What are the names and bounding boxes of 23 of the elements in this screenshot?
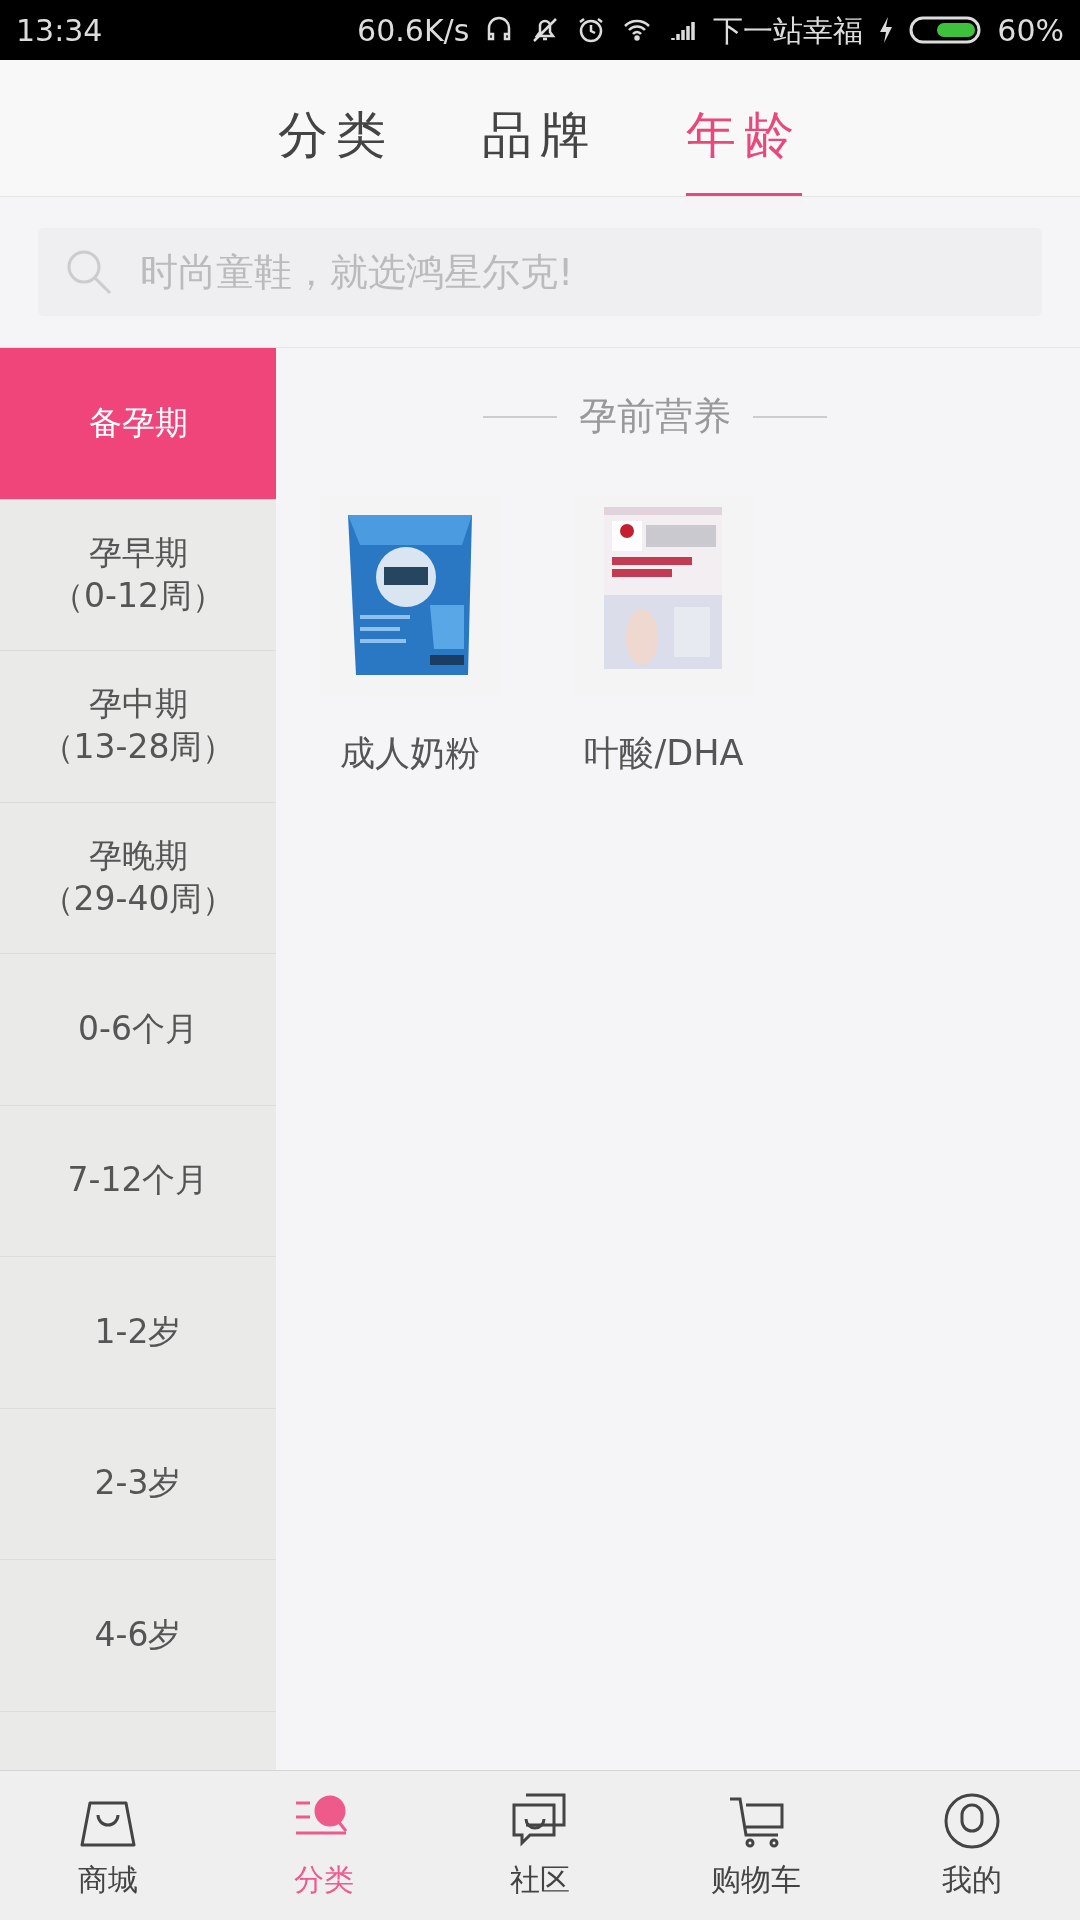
section-title: 孕前营养: [579, 393, 731, 440]
tab[interactable]: 分类: [278, 70, 394, 196]
sidebar-item[interactable]: 7-12个月: [0, 1105, 276, 1257]
sidebar-item[interactable]: 备孕期: [0, 348, 276, 500]
sidebar-item[interactable]: 孕中期 （13-28周）: [0, 651, 276, 803]
tab[interactable]: 品牌: [482, 70, 598, 196]
network-speed: 60.6K/s: [357, 11, 470, 50]
nav-tab[interactable]: 我的: [864, 1771, 1080, 1920]
sidebar-item[interactable]: 4-6岁: [0, 1560, 276, 1712]
nav-tab[interactable]: 社区: [432, 1771, 648, 1920]
sidebar-item[interactable]: 0-6个月: [0, 954, 276, 1106]
product-name: 成人奶粉: [339, 732, 481, 775]
tab[interactable]: 年龄: [686, 70, 802, 196]
sidebar-item[interactable]: 1-2岁: [0, 1257, 276, 1409]
sidebar-item[interactable]: 孕晚期 （29-40周）: [0, 802, 276, 954]
battery-level: 60%: [997, 11, 1064, 50]
carrier-name: 下一站幸福: [713, 11, 864, 50]
nav-tab[interactable]: 购物车: [648, 1771, 864, 1920]
nav-tab[interactable]: 商城: [0, 1771, 216, 1920]
status-time: 13:34: [16, 11, 103, 50]
sidebar-item[interactable]: 2-3岁: [0, 1408, 276, 1560]
sidebar-item[interactable]: 孕早期 （0-12周）: [0, 499, 276, 651]
product-name: 叶酸/DHA: [583, 732, 745, 775]
